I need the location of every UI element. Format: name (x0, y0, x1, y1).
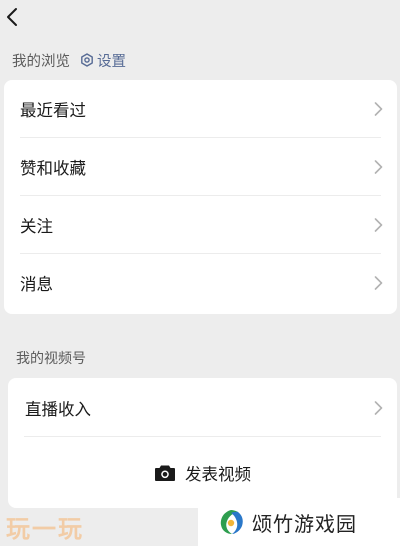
browse-section-title: 我的浏览 (12, 53, 70, 70)
menu-item-recently-viewed[interactable]: 最近看过 (4, 80, 397, 138)
settings-link[interactable]: 设置 (80, 50, 126, 71)
menu-item-label: 最近看过 (20, 101, 86, 120)
menu-item-live-income[interactable]: 直播收入 (8, 378, 397, 437)
publish-video-button[interactable]: 发表视频 (8, 453, 397, 493)
watermark-right-text: 颂竹游戏园 (252, 511, 357, 536)
chevron-left-icon (7, 8, 17, 26)
chevron-right-icon (374, 160, 383, 174)
menu-item-label: 消息 (20, 275, 53, 294)
menu-item-following[interactable]: 关注 (4, 196, 397, 254)
back-button[interactable] (2, 4, 22, 30)
watermark-right: 颂竹游戏园 (198, 498, 400, 546)
settings-label: 设置 (97, 53, 126, 70)
browse-card: 最近看过 赞和收藏 关注 消息 (4, 80, 397, 314)
camera-icon (155, 465, 175, 481)
chevron-right-icon (374, 276, 383, 290)
divider (24, 436, 381, 437)
chevron-right-icon (374, 218, 383, 232)
watermark-left: 玩一玩 (6, 515, 84, 543)
menu-item-label: 赞和收藏 (20, 159, 86, 178)
gear-icon (81, 53, 93, 67)
menu-item-label: 关注 (20, 217, 53, 236)
menu-item-label: 直播收入 (25, 399, 91, 419)
browse-section-header: 我的浏览 设置 (12, 48, 126, 72)
chevron-right-icon (374, 102, 383, 116)
channels-section-title: 我的视频号 (16, 351, 86, 367)
menu-item-messages[interactable]: 消息 (4, 254, 397, 312)
top-bar (0, 0, 400, 40)
chevron-right-icon (374, 400, 383, 415)
channels-card: 直播收入 发表视频 (8, 378, 397, 508)
logo-icon (220, 510, 243, 534)
menu-item-likes-favorites[interactable]: 赞和收藏 (4, 138, 397, 196)
publish-video-label: 发表视频 (185, 465, 251, 484)
